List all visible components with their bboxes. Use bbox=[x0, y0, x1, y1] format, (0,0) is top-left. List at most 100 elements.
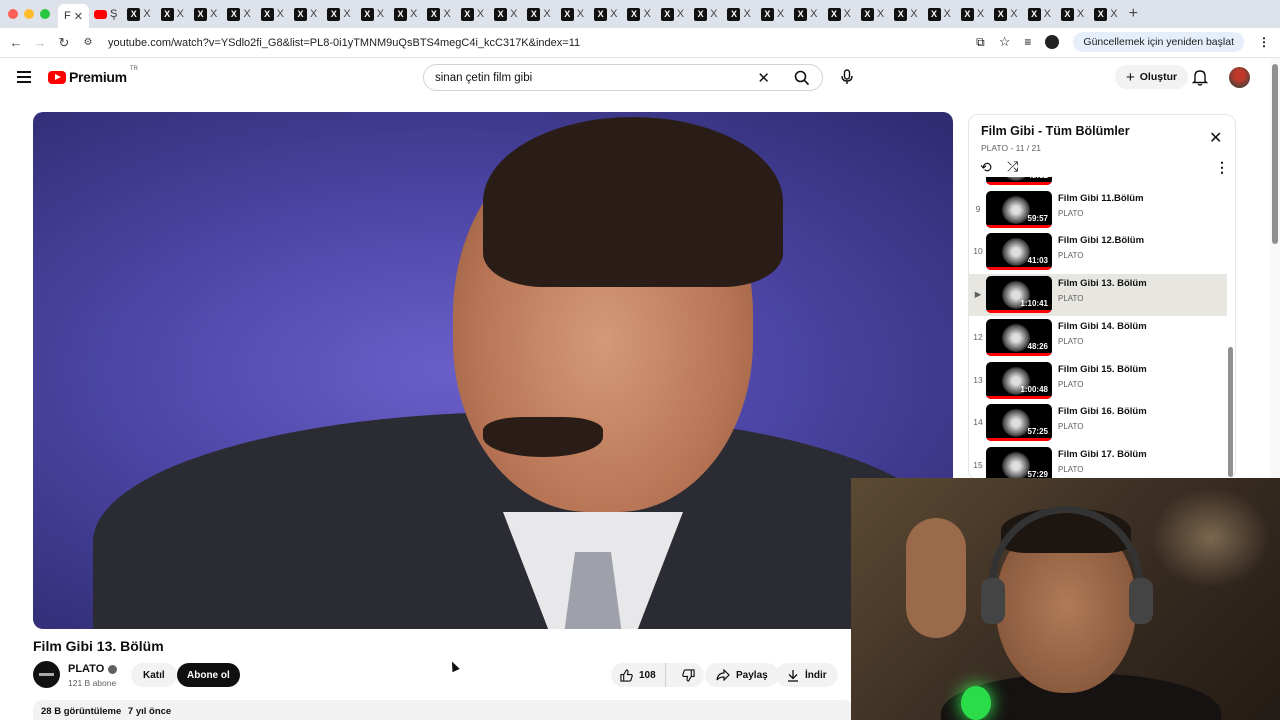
browser-tab-x[interactable]: XX bbox=[289, 3, 322, 25]
channel-name-row[interactable]: PLATO bbox=[68, 663, 118, 675]
browser-tab-x[interactable]: XX bbox=[156, 3, 189, 25]
playlist-item-title[interactable]: Film Gibi 14. Bölüm bbox=[1058, 321, 1147, 332]
loop-icon[interactable]: ⟲ bbox=[980, 159, 992, 176]
description-box[interactable]: 28 B görüntüleme 7 yıl önce bbox=[33, 700, 853, 720]
browser-tab-x[interactable]: XX bbox=[122, 3, 155, 25]
headphone-cup-right bbox=[1129, 578, 1153, 624]
channel-avatar[interactable] bbox=[33, 661, 60, 688]
scrollbar-thumb[interactable] bbox=[1272, 64, 1278, 244]
browser-tab-x[interactable]: XX bbox=[189, 3, 222, 25]
maximize-window-button[interactable] bbox=[40, 9, 50, 19]
browser-tab-x[interactable]: XX bbox=[589, 3, 622, 25]
browser-tab-x[interactable]: XX bbox=[856, 3, 889, 25]
playlist-item-title[interactable]: Film Gibi 16. Bölüm bbox=[1058, 406, 1147, 417]
new-tab-icon[interactable]: + bbox=[1129, 5, 1138, 23]
more-options-icon[interactable]: ⋮ bbox=[1215, 159, 1229, 176]
create-button[interactable]: + Oluştur bbox=[1115, 65, 1189, 89]
user-avatar[interactable] bbox=[1229, 67, 1250, 88]
join-button[interactable]: Katıl bbox=[131, 663, 177, 687]
browser-tab-x[interactable]: XX bbox=[656, 3, 689, 25]
playlist-item-title[interactable]: Film Gibi 11.Bölüm bbox=[1058, 193, 1144, 204]
browser-tab-x[interactable]: XX bbox=[956, 3, 989, 25]
forward-icon[interactable]: → bbox=[28, 35, 52, 50]
playlist-item-thumbnail[interactable]: 57:25 bbox=[986, 404, 1052, 442]
playlist-item-title[interactable]: Film Gibi 12.Bölüm bbox=[1058, 235, 1144, 246]
playlist-item-thumbnail[interactable]: 1:10:41 bbox=[986, 276, 1052, 314]
playlist-item[interactable]: 12 48:26 Film Gibi 14. Bölüm PLATO bbox=[969, 317, 1227, 359]
download-button[interactable]: İndir bbox=[776, 663, 838, 687]
browser-tab-x[interactable]: XX bbox=[923, 3, 956, 25]
browser-tab-x[interactable]: XX bbox=[556, 3, 589, 25]
playlist-item-thumbnail[interactable]: 57:29 bbox=[986, 446, 1052, 479]
browser-tab-x[interactable]: XX bbox=[256, 3, 289, 25]
x-favicon-icon: X bbox=[394, 7, 408, 21]
video-player[interactable] bbox=[33, 112, 953, 629]
browser-tab-x[interactable]: XX bbox=[689, 3, 722, 25]
browser-tab-x[interactable]: XX bbox=[789, 3, 822, 25]
voice-search-button[interactable] bbox=[838, 68, 856, 86]
minimize-window-button[interactable] bbox=[24, 9, 34, 19]
playlist-item-title[interactable]: Film Gibi 17. Bölüm bbox=[1058, 449, 1147, 460]
close-window-button[interactable] bbox=[8, 9, 18, 19]
browser-tab-x[interactable]: XX bbox=[622, 3, 655, 25]
browser-menu-icon[interactable]: ⋮ bbox=[1258, 35, 1270, 49]
playlist-item[interactable]: 13 1:00:48 Film Gibi 15. Bölüm PLATO bbox=[969, 360, 1227, 402]
search-input[interactable]: sinan çetin film gibi bbox=[435, 72, 757, 84]
channel-name[interactable]: PLATO bbox=[68, 663, 104, 675]
playlist-title[interactable]: Film Gibi - Tüm Bölümler bbox=[981, 124, 1130, 138]
url-field[interactable]: youtube.com/watch?v=YSdlo2fi_G8&list=PL8… bbox=[108, 37, 580, 49]
youtube-logo[interactable]: Premium TR bbox=[48, 66, 138, 85]
back-icon[interactable]: ← bbox=[4, 35, 28, 50]
browser-tab-x[interactable]: XX bbox=[522, 3, 555, 25]
playlist-item-thumbnail[interactable]: 1:00:48 bbox=[986, 361, 1052, 399]
playlist-item-title[interactable]: Film Gibi 13. Bölüm bbox=[1058, 278, 1147, 289]
browser-tab-x[interactable]: XX bbox=[1089, 3, 1122, 25]
close-playlist-icon[interactable]: ✕ bbox=[1209, 128, 1222, 148]
update-restart-button[interactable]: Güncellemek için yeniden başlat bbox=[1073, 32, 1244, 52]
browser-tab-x[interactable]: XX bbox=[456, 3, 489, 25]
bookmark-star-icon[interactable]: ☆ bbox=[999, 34, 1011, 50]
playlist-item-thumbnail[interactable]: 48:52 bbox=[986, 177, 1052, 185]
playlist-scrollbar[interactable] bbox=[1228, 347, 1233, 477]
playlist-item[interactable]: 15 57:29 Film Gibi 17. Bölüm PLATO bbox=[969, 445, 1227, 479]
browser-tab-youtube[interactable]: Ş bbox=[89, 3, 122, 25]
browser-tab-x[interactable]: XX bbox=[422, 3, 455, 25]
reload-icon[interactable]: ↻ bbox=[52, 35, 76, 51]
search-button[interactable] bbox=[780, 65, 822, 90]
browser-tab-x[interactable]: XX bbox=[756, 3, 789, 25]
playlist-item[interactable]: 10 41:03 Film Gibi 12.Bölüm PLATO bbox=[969, 231, 1227, 273]
playlist-item-thumbnail[interactable]: 41:03 bbox=[986, 233, 1052, 271]
playlist-item[interactable]: 9 59:57 Film Gibi 11.Bölüm PLATO bbox=[969, 189, 1227, 231]
playlist-item-thumbnail[interactable]: 59:57 bbox=[986, 190, 1052, 228]
browser-tab-x[interactable]: XX bbox=[389, 3, 422, 25]
playlist-item[interactable]: ▶ 1:10:41 Film Gibi 13. Bölüm PLATO bbox=[969, 274, 1227, 317]
browser-tab-x[interactable]: XX bbox=[356, 3, 389, 25]
browser-tab-x[interactable]: XX bbox=[823, 3, 856, 25]
browser-tab-x[interactable]: XX bbox=[222, 3, 255, 25]
install-app-icon[interactable]: ⧉ bbox=[976, 35, 985, 50]
media-control-icon[interactable]: ≡ bbox=[1024, 35, 1031, 49]
playlist-item-title[interactable]: Film Gibi 15. Bölüm bbox=[1058, 364, 1147, 375]
browser-tab-x[interactable]: XX bbox=[489, 3, 522, 25]
browser-tab-x[interactable]: XX bbox=[722, 3, 755, 25]
shuffle-icon[interactable]: ⤮ bbox=[1007, 158, 1018, 175]
share-button[interactable]: Paylaş bbox=[705, 663, 779, 687]
browser-tab-active[interactable]: F ✕ bbox=[58, 4, 89, 28]
browser-tab-x[interactable]: XX bbox=[889, 3, 922, 25]
playlist-item[interactable]: 14 57:25 Film Gibi 16. Bölüm PLATO bbox=[969, 402, 1227, 444]
browser-tab-x[interactable]: XX bbox=[1023, 3, 1056, 25]
dislike-button[interactable] bbox=[672, 668, 705, 682]
site-settings-icon[interactable]: ⚙ bbox=[76, 37, 100, 48]
playlist-item[interactable]: 48:52 bbox=[969, 177, 1227, 188]
playlist-item-thumbnail[interactable]: 48:26 bbox=[986, 318, 1052, 356]
like-button[interactable]: 108 bbox=[611, 663, 666, 687]
subscribe-button[interactable]: Abone ol bbox=[177, 663, 240, 687]
menu-icon[interactable] bbox=[17, 71, 31, 86]
notifications-button[interactable] bbox=[1191, 68, 1209, 91]
browser-tab-x[interactable]: XX bbox=[1056, 3, 1089, 25]
browser-tab-x[interactable]: XX bbox=[322, 3, 355, 25]
close-tab-icon[interactable]: ✕ bbox=[74, 10, 83, 23]
profile-avatar[interactable] bbox=[1045, 35, 1060, 49]
browser-tab-x[interactable]: XX bbox=[989, 3, 1022, 25]
clear-search-icon[interactable]: ✕ bbox=[757, 69, 770, 87]
